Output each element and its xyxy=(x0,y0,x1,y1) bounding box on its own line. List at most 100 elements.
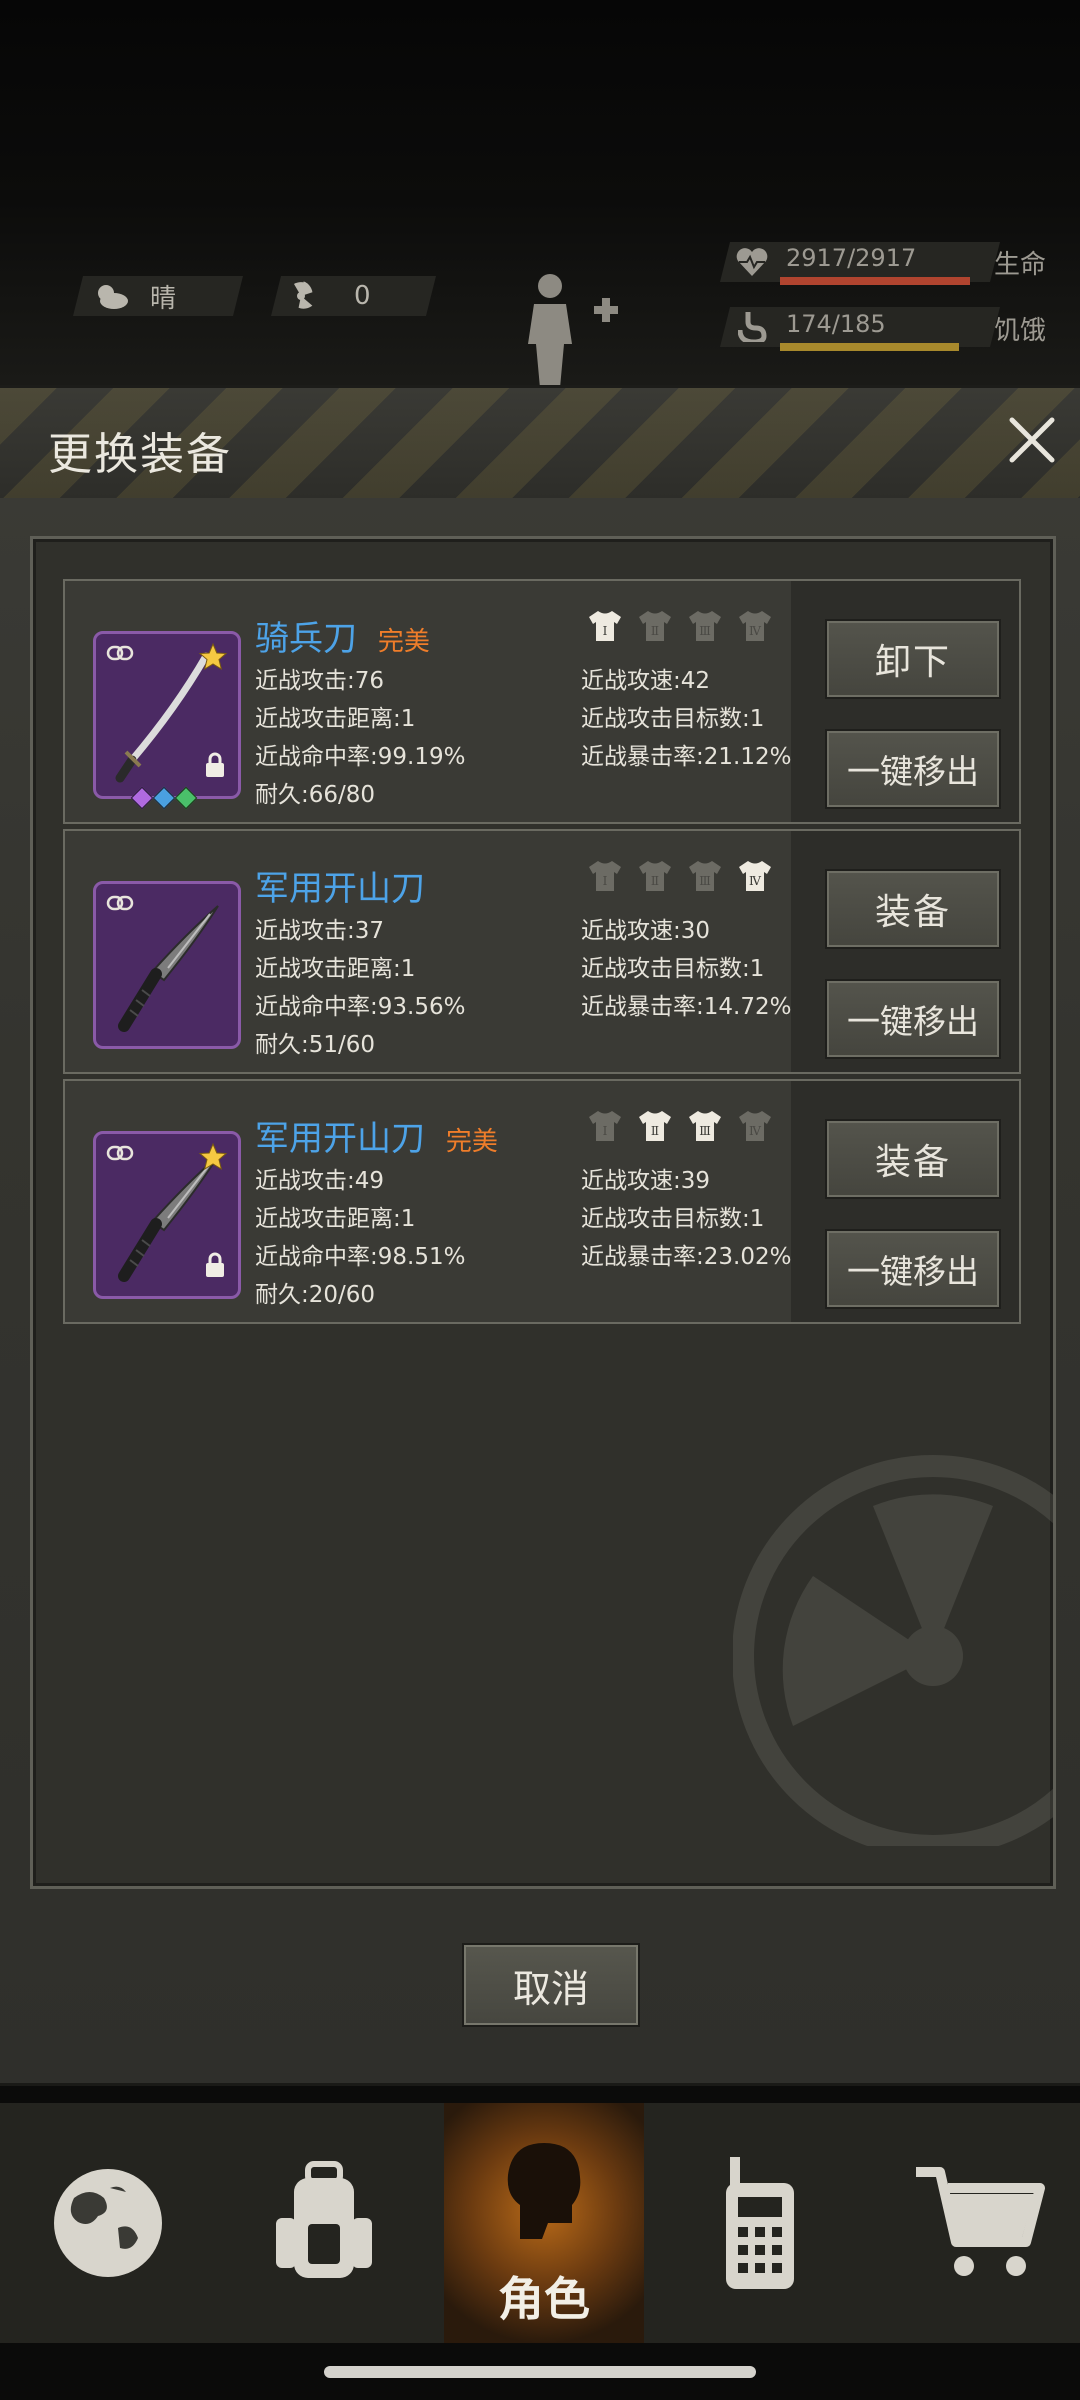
stat-durability: 耐久:51/60 xyxy=(255,1032,376,1058)
svg-text:Ⅲ: Ⅲ xyxy=(699,624,711,638)
stat-hit-rate: 近战命中率:93.56% xyxy=(255,994,466,1020)
radio-icon xyxy=(726,2157,794,2289)
equipment-row: 军用开山刀 完美 Ⅰ Ⅱ Ⅲ Ⅳ 近战攻击:49 近战攻速:39 近战攻击距离:… xyxy=(63,1079,1021,1324)
health-bar xyxy=(780,277,970,285)
tier-4-shirt-icon: Ⅳ xyxy=(739,1111,771,1141)
bottom-nav: 角色 xyxy=(0,2103,1080,2343)
dialog-title: 更换装备 xyxy=(48,429,232,480)
stat-speed: 近战攻速:30 xyxy=(581,918,711,944)
svg-text:Ⅰ: Ⅰ xyxy=(603,874,608,888)
svg-text:Ⅳ: Ⅳ xyxy=(749,874,762,888)
nav-radio[interactable] xyxy=(652,2103,868,2343)
tier-3-shirt-icon: Ⅲ xyxy=(689,1111,721,1141)
stat-range: 近战攻击距离:1 xyxy=(255,956,416,982)
svg-text:Ⅳ: Ⅳ xyxy=(749,1124,762,1138)
svg-text:Ⅳ: Ⅳ xyxy=(749,624,762,638)
tier-3-shirt-icon: Ⅲ xyxy=(689,611,721,641)
hunger-bar xyxy=(780,343,959,351)
stat-attack: 近战攻击:76 xyxy=(255,668,385,694)
stat-hit-rate: 近战命中率:98.51% xyxy=(255,1244,466,1270)
dialog-header: 更换装备 xyxy=(0,388,1080,498)
stat-range: 近战攻击距离:1 xyxy=(255,1206,416,1232)
hunger-label: 饥饿 xyxy=(994,316,1047,346)
stat-targets: 近战攻击目标数:1 xyxy=(581,956,765,982)
home-indicator xyxy=(324,2366,756,2378)
radiation-icon xyxy=(294,281,313,309)
tier-3-shirt-icon: Ⅲ xyxy=(689,861,721,891)
radiation-watermark-icon xyxy=(733,1455,1053,1846)
stat-durability: 耐久:20/60 xyxy=(255,1282,376,1308)
star-icon xyxy=(198,642,228,671)
stat-targets: 近战攻击目标数:1 xyxy=(581,1206,765,1232)
change-equipment-dialog: 更换装备 骑兵刀 完美 Ⅰ Ⅱ Ⅲ Ⅳ 近战攻击:76 近战攻速:42 近战攻击… xyxy=(0,385,1080,2086)
tier-indicators: Ⅰ Ⅱ Ⅲ Ⅳ xyxy=(587,859,773,893)
nav-active-label: 角色 xyxy=(498,2272,590,2326)
tier-4-shirt-icon: Ⅳ xyxy=(739,611,771,641)
lock-icon xyxy=(206,1252,224,1277)
equip-button[interactable]: 装备 xyxy=(825,1119,1001,1199)
machete-icon xyxy=(118,905,219,1032)
stat-speed: 近战攻速:42 xyxy=(581,668,711,694)
tier-1-shirt-icon: Ⅰ xyxy=(589,861,621,891)
nav-backpack[interactable] xyxy=(216,2103,432,2343)
green-gem-icon xyxy=(174,786,198,810)
cancel-button[interactable]: 取消 xyxy=(462,1943,640,2027)
tier-2-shirt-icon: Ⅱ xyxy=(639,611,671,641)
tier-2-shirt-icon: Ⅱ xyxy=(639,861,671,891)
purple-gem-icon xyxy=(130,786,154,810)
close-icon[interactable] xyxy=(1002,410,1062,470)
stat-durability: 耐久:66/80 xyxy=(255,782,376,808)
blue-gem-icon xyxy=(152,786,176,810)
cloud-sun-icon xyxy=(98,285,128,309)
equipment-row: 军用开山刀 Ⅰ Ⅱ Ⅲ Ⅳ 近战攻击:37 近战攻速:30 近战攻击距离:1 近… xyxy=(63,829,1021,1074)
cart-icon xyxy=(916,2167,1045,2276)
stat-targets: 近战攻击目标数:1 xyxy=(581,706,765,732)
tier-1-shirt-icon: Ⅰ xyxy=(589,611,621,641)
equipment-list: 骑兵刀 完美 Ⅰ Ⅱ Ⅲ Ⅳ 近战攻击:76 近战攻速:42 近战攻击距离:1 … xyxy=(30,536,1056,1889)
hunger-value: 174/185 xyxy=(786,310,886,338)
radiation-value: 0 xyxy=(354,281,371,311)
heart-icon xyxy=(736,248,768,276)
tier-4-shirt-icon: Ⅳ xyxy=(739,861,771,891)
nav-world[interactable] xyxy=(0,2103,216,2343)
remove-all-button[interactable]: 一键移出 xyxy=(825,1229,1001,1309)
star-icon xyxy=(198,1142,228,1171)
quality-label: 完美 xyxy=(377,627,430,657)
stat-attack: 近战攻击:37 xyxy=(255,918,385,944)
stomach-icon xyxy=(738,312,767,342)
equip-button[interactable]: 装备 xyxy=(825,869,1001,949)
character-icon xyxy=(507,2143,581,2239)
item-name: 骑兵刀 完美 xyxy=(255,611,430,660)
svg-text:Ⅲ: Ⅲ xyxy=(699,1124,711,1138)
svg-text:Ⅲ: Ⅲ xyxy=(699,874,711,888)
svg-text:Ⅰ: Ⅰ xyxy=(603,624,608,638)
stat-attack: 近战攻击:49 xyxy=(255,1168,385,1194)
remove-all-button[interactable]: 一键移出 xyxy=(825,729,1001,809)
tier-2-shirt-icon: Ⅱ xyxy=(639,1111,671,1141)
equipment-row: 骑兵刀 完美 Ⅰ Ⅱ Ⅲ Ⅳ 近战攻击:76 近战攻速:42 近战攻击距离:1 … xyxy=(63,579,1021,824)
stat-speed: 近战攻速:39 xyxy=(581,1168,711,1194)
item-icon-frame[interactable] xyxy=(93,881,241,1049)
item-icon-frame[interactable] xyxy=(93,1131,241,1299)
lock-icon xyxy=(206,752,224,777)
item-name: 军用开山刀 xyxy=(255,861,435,910)
stat-crit-rate: 近战暴击率:14.72% xyxy=(581,994,792,1020)
remove-all-button[interactable]: 一键移出 xyxy=(825,979,1001,1059)
svg-text:Ⅱ: Ⅱ xyxy=(651,874,659,888)
svg-text:Ⅱ: Ⅱ xyxy=(651,1124,659,1138)
unequip-button[interactable]: 卸下 xyxy=(825,619,1001,699)
nav-character[interactable]: 角色 xyxy=(444,2103,644,2343)
svg-text:Ⅱ: Ⅱ xyxy=(651,624,659,638)
stat-hit-rate: 近战命中率:99.19% xyxy=(255,744,466,770)
weather-label: 晴 xyxy=(150,283,177,314)
tier-1-shirt-icon: Ⅰ xyxy=(589,1111,621,1141)
quality-label: 完美 xyxy=(445,1127,498,1157)
health-label: 生命 xyxy=(994,250,1047,280)
character-status-icon[interactable] xyxy=(520,270,620,390)
item-icon-frame[interactable] xyxy=(93,631,241,810)
tier-indicators: Ⅰ Ⅱ Ⅲ Ⅳ xyxy=(587,609,773,643)
tier-indicators: Ⅰ Ⅱ Ⅲ Ⅳ xyxy=(587,1109,773,1143)
nav-shop[interactable] xyxy=(872,2103,1080,2343)
stat-range: 近战攻击距离:1 xyxy=(255,706,416,732)
stat-crit-rate: 近战暴击率:21.12% xyxy=(581,744,792,770)
